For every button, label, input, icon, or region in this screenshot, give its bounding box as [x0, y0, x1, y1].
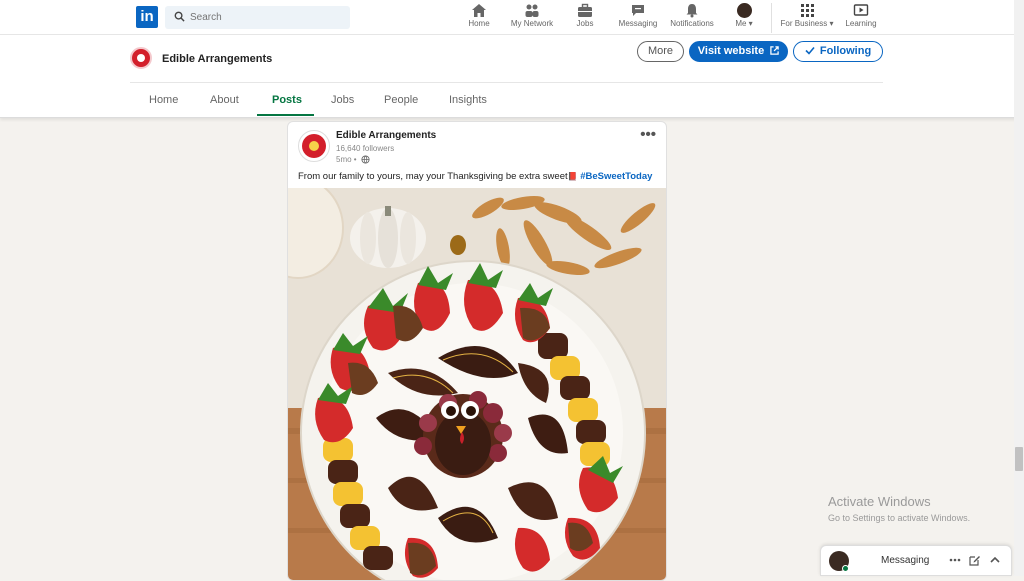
nav-my-network-label: My Network	[510, 19, 554, 28]
tab-jobs[interactable]: Jobs	[331, 94, 354, 106]
post-image[interactable]	[288, 188, 667, 581]
post-text: From our family to yours, may your Thank…	[298, 171, 652, 182]
tab-posts[interactable]: Posts	[272, 94, 302, 106]
messaging-bar[interactable]: Messaging	[820, 545, 1012, 576]
more-options-icon[interactable]	[949, 554, 961, 566]
hashtag-link[interactable]: #BeSweetToday	[580, 171, 652, 182]
search-box[interactable]	[165, 6, 350, 29]
nav-home-label: Home	[468, 19, 490, 28]
nav-learning[interactable]: Learning	[845, 3, 877, 33]
nav-notifications-label: Notifications	[670, 19, 714, 28]
windows-activation-watermark: Activate Windows Go to Settings to activ…	[828, 494, 970, 523]
company-logo[interactable]	[130, 47, 152, 69]
globe-icon	[361, 155, 370, 165]
messaging-label[interactable]: Messaging	[881, 555, 929, 566]
nav-notifications[interactable]: Notifications	[669, 3, 715, 33]
learning-icon	[853, 4, 869, 16]
visit-website-button[interactable]: Visit website	[689, 41, 788, 62]
post-author-logo[interactable]	[298, 130, 330, 162]
nav-for-business-label: For Business ▾	[780, 19, 834, 28]
home-icon	[472, 4, 486, 17]
active-tab-indicator	[257, 114, 314, 116]
briefcase-icon	[578, 3, 592, 17]
nav-messaging-label: Messaging	[618, 19, 658, 28]
nav-divider	[771, 3, 772, 33]
nav-home[interactable]: Home	[466, 3, 492, 33]
search-input[interactable]	[190, 10, 340, 25]
top-navigation-bar: in Home My Network Jobs Messaging Notifi…	[0, 0, 1024, 35]
nav-jobs-label: Jobs	[576, 19, 594, 28]
messaging-icon	[632, 5, 644, 16]
following-label: Following	[819, 45, 872, 57]
visit-website-label: Visit website	[697, 45, 765, 57]
activation-title: Activate Windows	[828, 494, 931, 509]
scrollbar-track[interactable]	[1014, 0, 1024, 576]
network-icon	[525, 4, 539, 17]
post-emoji: 📕	[567, 172, 578, 181]
search-icon	[174, 11, 185, 22]
activation-subtitle: Go to Settings to activate Windows.	[828, 513, 971, 523]
nav-for-business[interactable]: For Business ▾	[779, 3, 835, 33]
linkedin-logo[interactable]: in	[136, 6, 158, 28]
checkmark-icon	[805, 46, 815, 55]
nav-messaging[interactable]: Messaging	[618, 3, 658, 33]
nav-learning-label: Learning	[845, 19, 877, 28]
bell-icon	[686, 4, 698, 18]
nav-my-network[interactable]: My Network	[508, 3, 556, 33]
post-options-menu[interactable]: •••	[640, 126, 656, 143]
tab-insights[interactable]: Insights	[449, 94, 487, 106]
tab-people[interactable]: People	[384, 94, 418, 106]
grid-icon	[800, 4, 814, 17]
post-author-name[interactable]: Edible Arrangements	[336, 130, 436, 141]
compose-icon[interactable]	[969, 554, 981, 566]
header-divider	[130, 82, 883, 83]
nav-me[interactable]: Me ▾	[731, 3, 757, 33]
post-card: Edible Arrangements 16,640 followers 5mo…	[287, 121, 667, 581]
more-button[interactable]: More	[637, 41, 684, 62]
company-name[interactable]: Edible Arrangements	[162, 53, 272, 65]
avatar	[736, 3, 752, 18]
scrollbar-thumb[interactable]	[1015, 447, 1023, 471]
nav-me-label: Me ▾	[735, 19, 753, 28]
post-timestamp: 5mo •	[336, 155, 370, 165]
nav-jobs[interactable]: Jobs	[574, 3, 596, 33]
chevron-up-icon[interactable]	[989, 554, 1001, 566]
post-body: From our family to yours, may your Thank…	[298, 171, 568, 182]
post-follower-count: 16,640 followers	[336, 144, 395, 153]
tab-about[interactable]: About	[210, 94, 239, 106]
following-button[interactable]: Following	[793, 41, 883, 62]
external-link-icon	[770, 46, 779, 55]
tab-home[interactable]: Home	[149, 94, 178, 106]
online-status-dot	[842, 565, 849, 572]
post-time-text: 5mo •	[336, 155, 357, 164]
